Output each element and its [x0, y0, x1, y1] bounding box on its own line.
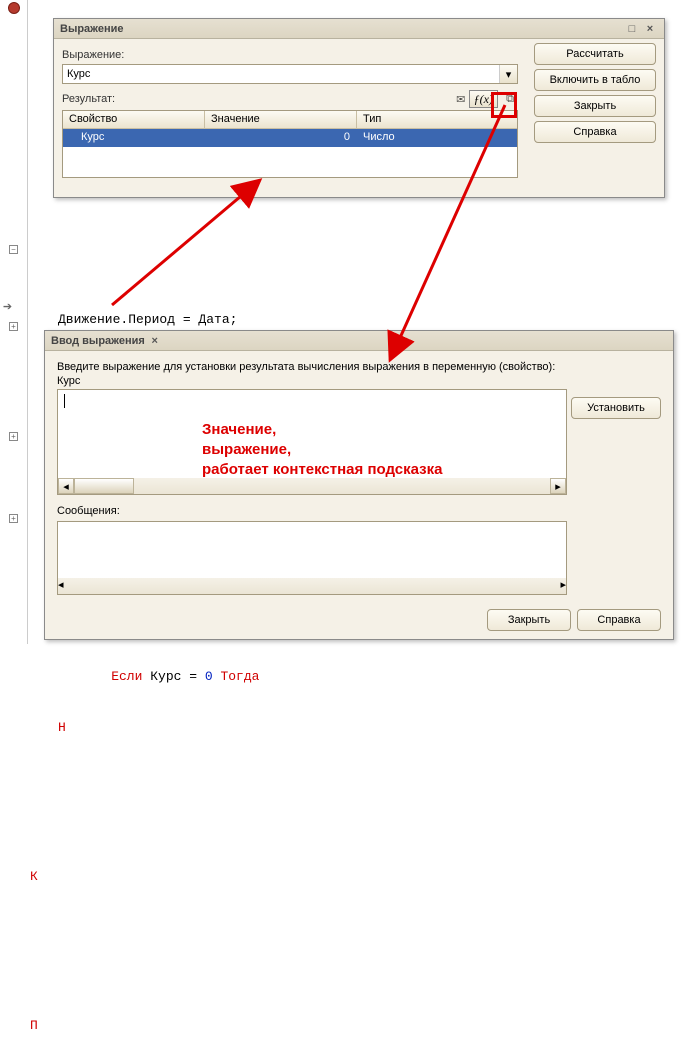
include-table-button[interactable]: Включить в табло — [534, 69, 656, 91]
copy-icon[interactable]: ⧉ — [502, 91, 518, 107]
result-table: Свойство Значение Тип Курс 0 Число — [62, 110, 518, 178]
scroll-right-icon[interactable]: ▸ — [550, 478, 566, 494]
fx-button[interactable]: ƒ(x) — [469, 90, 498, 108]
scroll-left-icon[interactable]: ◂ — [58, 478, 74, 494]
messages-area: ◂ ▸ — [57, 521, 567, 595]
dialog-title: Ввод выражения — [51, 335, 145, 347]
dialog-titlebar[interactable]: Выражение □ × — [54, 19, 664, 39]
help-button[interactable]: Справка — [577, 609, 661, 631]
close-button[interactable]: Закрыть — [487, 609, 571, 631]
expression-input[interactable] — [63, 68, 499, 80]
dialog-titlebar[interactable]: Ввод выражения × — [45, 331, 673, 351]
input-expression-dialog: Ввод выражения × Введите выражение для у… — [44, 330, 674, 640]
close-icon[interactable]: × — [147, 333, 163, 349]
dropdown-icon[interactable]: ▾ — [499, 65, 517, 83]
set-button[interactable]: Установить — [571, 397, 661, 419]
close-button[interactable]: Закрыть — [534, 95, 656, 117]
instruction-label: Введите выражение для установки результа… — [57, 361, 661, 373]
calculate-button[interactable]: Рассчитать — [534, 43, 656, 65]
maximize-icon[interactable]: □ — [624, 21, 640, 37]
scroll-thumb[interactable] — [74, 478, 134, 494]
col-type[interactable]: Тип — [357, 111, 517, 128]
col-property[interactable]: Свойство — [63, 111, 205, 128]
messages-label: Сообщения: — [57, 505, 661, 517]
text-caret — [64, 394, 65, 408]
scroll-thumb[interactable] — [64, 578, 124, 594]
dialog-title: Выражение — [60, 23, 123, 35]
expression-dialog: Выражение □ × Выражение: ▾ Результат: ✉ … — [53, 18, 665, 198]
col-value[interactable]: Значение — [205, 111, 357, 128]
scroll-right-icon[interactable]: ▸ — [560, 578, 566, 594]
variable-label: Курс — [57, 375, 661, 387]
result-label: Результат: — [62, 93, 449, 105]
close-icon[interactable]: × — [642, 21, 658, 37]
help-button[interactable]: Справка — [534, 121, 656, 143]
expression-input-wrap: ▾ — [62, 64, 518, 84]
table-row[interactable]: Курс 0 Число — [63, 129, 517, 147]
mail-icon[interactable]: ✉ — [453, 91, 469, 107]
annotation-text: Значение, выражение, работает контекстна… — [202, 420, 442, 480]
